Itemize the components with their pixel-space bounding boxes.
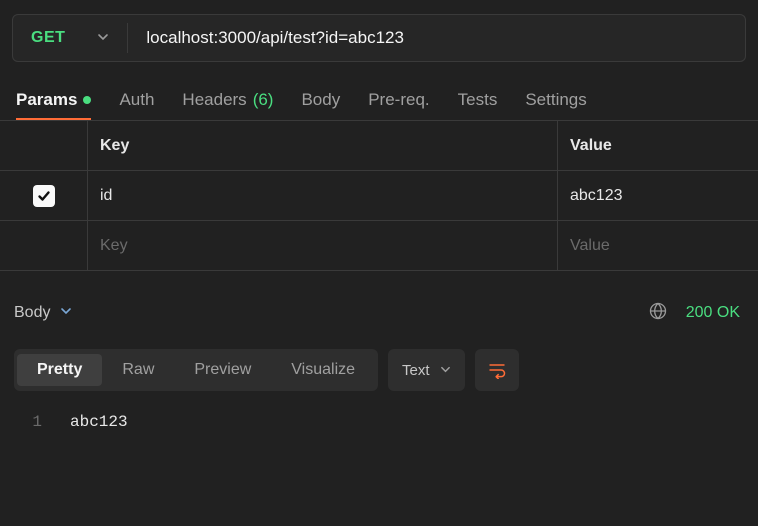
request-url-bar: GET — [12, 14, 746, 62]
header-check-cell — [0, 121, 88, 170]
wrap-lines-button[interactable] — [475, 349, 519, 391]
tab-params[interactable]: Params — [16, 90, 91, 110]
response-section-label: Body — [14, 304, 50, 322]
chevron-down-icon — [97, 31, 109, 46]
globe-icon[interactable] — [648, 301, 668, 325]
params-table: Key Value id abc123 Key Value — [0, 120, 758, 271]
response-body: 1 abc123 — [0, 391, 758, 453]
tab-auth[interactable]: Auth — [119, 90, 154, 110]
param-value-input[interactable]: Value — [558, 221, 758, 270]
tab-label: Headers — [182, 90, 246, 110]
chevron-down-icon — [60, 304, 72, 322]
headers-count: (6) — [253, 90, 274, 110]
table-header-row: Key Value — [0, 121, 758, 171]
response-line: abc123 — [70, 413, 128, 431]
row-check-cell — [0, 171, 88, 220]
check-icon — [37, 189, 51, 203]
url-input[interactable] — [128, 28, 745, 48]
row-check-cell — [0, 221, 88, 270]
response-header-bar: Body 200 OK — [0, 271, 758, 325]
format-pretty-button[interactable]: Pretty — [17, 354, 102, 386]
status-code: 200 OK — [686, 304, 740, 322]
tab-prereq[interactable]: Pre-req. — [368, 90, 429, 110]
tab-tests[interactable]: Tests — [458, 90, 498, 110]
tab-body[interactable]: Body — [301, 90, 340, 110]
request-tabs: Params Auth Headers (6) Body Pre-req. Te… — [0, 62, 758, 110]
wrap-icon — [487, 361, 507, 379]
content-type-label: Text — [402, 362, 430, 379]
tab-headers[interactable]: Headers (6) — [182, 90, 273, 110]
format-visualize-button[interactable]: Visualize — [271, 354, 375, 386]
param-checkbox[interactable] — [33, 185, 55, 207]
line-number: 1 — [12, 413, 42, 431]
param-key-input[interactable]: Key — [88, 221, 558, 270]
http-method-label: GET — [31, 29, 65, 47]
http-method-dropdown[interactable]: GET — [13, 15, 127, 61]
table-row-empty: Key Value — [0, 221, 758, 271]
header-value: Value — [558, 121, 758, 170]
content-type-dropdown[interactable]: Text — [388, 349, 465, 391]
response-section-dropdown[interactable]: Body — [14, 304, 72, 322]
active-indicator-dot — [83, 96, 91, 104]
chevron-down-icon — [440, 362, 451, 379]
format-segmented: Pretty Raw Preview Visualize — [14, 349, 378, 391]
param-value-input[interactable]: abc123 — [558, 171, 758, 220]
response-format-bar: Pretty Raw Preview Visualize Text — [0, 325, 758, 391]
tab-settings[interactable]: Settings — [525, 90, 586, 110]
header-key: Key — [88, 121, 558, 170]
format-raw-button[interactable]: Raw — [102, 354, 174, 386]
format-preview-button[interactable]: Preview — [174, 354, 271, 386]
param-key-input[interactable]: id — [88, 171, 558, 220]
response-status-group: 200 OK — [648, 301, 740, 325]
tab-label: Params — [16, 90, 77, 110]
table-row: id abc123 — [0, 171, 758, 221]
